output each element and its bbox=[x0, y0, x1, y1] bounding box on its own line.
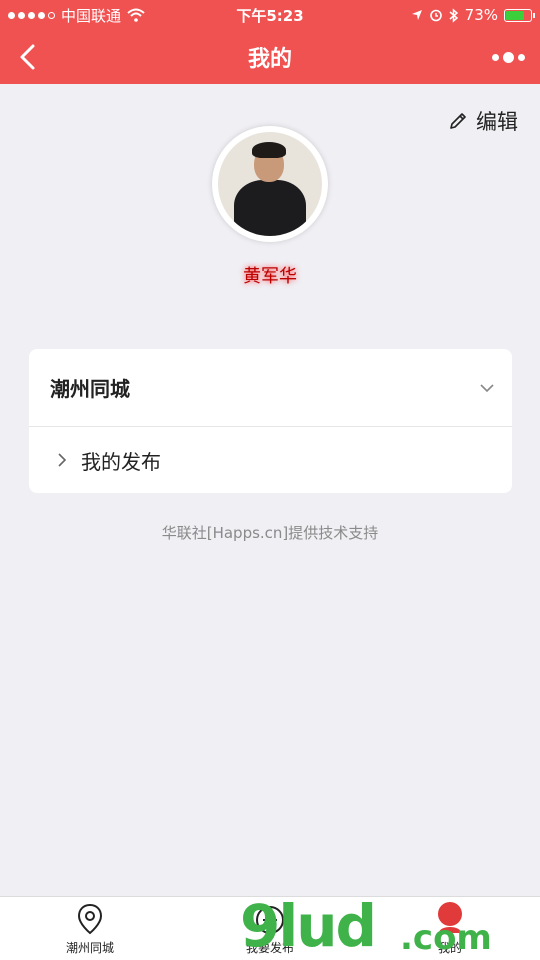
tab-mine[interactable]: 我的 bbox=[360, 897, 540, 960]
list-item-my-posts[interactable]: 我的发布 bbox=[29, 427, 512, 493]
username: 黄军华 bbox=[243, 266, 297, 287]
nav-bar: 我的 bbox=[0, 30, 540, 84]
tab-label: 我要发布 bbox=[245, 941, 294, 955]
alarm-icon bbox=[429, 9, 442, 22]
edit-label: 编辑 bbox=[476, 110, 518, 134]
group-title: 潮州同城 bbox=[50, 377, 130, 401]
location-arrow-icon bbox=[411, 10, 422, 20]
status-bar: 中国联通 下午5:23 73% bbox=[0, 0, 540, 30]
battery-icon bbox=[504, 8, 535, 22]
battery-percent: 73% bbox=[464, 6, 498, 24]
tab-city[interactable]: 潮州同城 bbox=[0, 897, 180, 960]
wifi-icon bbox=[127, 8, 145, 22]
status-time: 下午5:23 bbox=[236, 6, 304, 25]
avatar[interactable] bbox=[212, 126, 328, 242]
avatar-photo bbox=[218, 132, 322, 236]
page-title: 我的 bbox=[247, 47, 292, 72]
tab-publish[interactable]: 我要发布 bbox=[180, 897, 360, 960]
plus-circle-icon bbox=[256, 906, 284, 934]
menu-card: 潮州同城 我的发布 bbox=[29, 349, 512, 493]
chevron-down-icon bbox=[480, 383, 494, 392]
more-button[interactable] bbox=[488, 46, 528, 68]
edit-button[interactable]: 编辑 bbox=[448, 106, 518, 136]
user-icon bbox=[439, 908, 461, 933]
signal-strength-icon bbox=[8, 11, 55, 19]
carrier-name: 中国联通 bbox=[61, 6, 122, 25]
back-button[interactable] bbox=[14, 42, 44, 72]
chevron-right-icon bbox=[58, 453, 67, 467]
chevron-left-icon bbox=[20, 44, 35, 70]
tab-label: 潮州同城 bbox=[65, 941, 114, 955]
tab-label: 我的 bbox=[437, 941, 462, 955]
support-text: 华联社[Happs.cn]提供技术支持 bbox=[161, 524, 379, 542]
list-item-label: 我的发布 bbox=[81, 449, 161, 474]
location-pin-icon bbox=[77, 903, 103, 935]
pencil-icon bbox=[450, 113, 466, 129]
bluetooth-icon bbox=[449, 7, 458, 23]
tab-bar: 潮州同城 我要发布 我的 bbox=[0, 896, 540, 960]
group-header[interactable]: 潮州同城 bbox=[29, 349, 512, 427]
